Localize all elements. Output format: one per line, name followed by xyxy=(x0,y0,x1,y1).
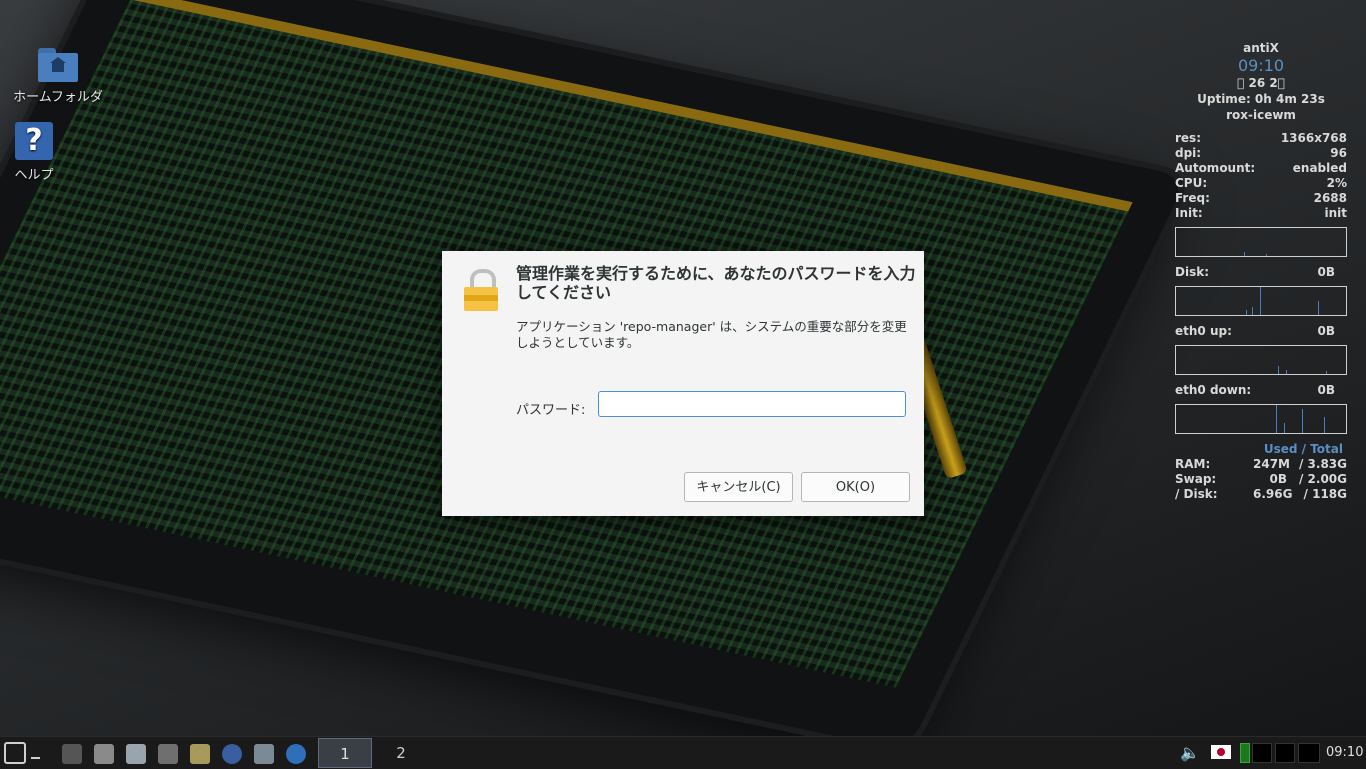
package-icon[interactable] xyxy=(190,744,210,764)
cancel-button[interactable]: キャンセル(C) xyxy=(684,472,793,502)
conky-monitor: antiX 09:10   26 2  Uptime: 0h 4m 23s ro… xyxy=(1175,40,1347,502)
conky-date:   26 2  xyxy=(1237,76,1285,90)
help-icon: ? xyxy=(15,122,53,160)
conky-mem-row: / Disk: 6.96G/ 118G xyxy=(1175,487,1347,501)
installer-icon[interactable] xyxy=(94,744,114,764)
conky-stat-row: res: 1366x768 xyxy=(1175,131,1347,145)
browser-icon[interactable] xyxy=(222,744,242,764)
conky-session: rox-icewm xyxy=(1226,108,1296,122)
network-monitor-icon xyxy=(1275,743,1295,763)
conky-stat-row: Freq: 2688 xyxy=(1175,191,1347,205)
network-icon[interactable] xyxy=(254,744,274,764)
conky-stat-row: dpi: 96 xyxy=(1175,146,1347,160)
conky-used-total-header: Used / Total xyxy=(1263,442,1343,456)
dialog-title: 管理作業を実行するために、あなたのパスワードを入力してください xyxy=(516,264,916,302)
eth-up-graph xyxy=(1175,345,1347,375)
taskbar: 1 2 🔈 09:10 xyxy=(0,736,1366,769)
conky-stat-row: Init: init xyxy=(1175,206,1347,220)
ok-button[interactable]: OK(O) xyxy=(801,472,910,502)
cpu-graph xyxy=(1175,227,1347,257)
conky-disk-row: Disk: 0B xyxy=(1175,265,1335,279)
home-folder-icon xyxy=(38,48,78,82)
show-desktop-icon[interactable] xyxy=(62,744,82,764)
conky-clock: 09:10 xyxy=(1237,56,1285,75)
start-menu-icon[interactable] xyxy=(4,742,26,764)
conky-stat-row: CPU: 2% xyxy=(1175,176,1347,190)
lock-icon xyxy=(464,269,498,311)
authentication-dialog: 管理作業を実行するために、あなたのパスワードを入力してください アプリケーション… xyxy=(442,251,924,516)
password-input[interactable] xyxy=(598,391,906,417)
keyboard-layout-flag-icon[interactable] xyxy=(1211,745,1231,759)
eject-icon[interactable] xyxy=(158,744,178,764)
disk-graph xyxy=(1175,286,1347,316)
desktop-icon-help[interactable]: ? ヘルプ xyxy=(0,122,84,183)
conky-mem-row: Swap: 0B/ 2.00G xyxy=(1175,472,1347,486)
conky-stat-row: Automount: enabled xyxy=(1175,161,1347,175)
minimize-all-icon[interactable] xyxy=(31,757,40,759)
password-label: パスワード: xyxy=(516,403,586,418)
conky-uptime: Uptime: 0h 4m 23s xyxy=(1197,92,1325,106)
conky-hostname: antiX xyxy=(1243,41,1279,55)
updater-icon[interactable] xyxy=(286,744,306,764)
memory-monitor-icon xyxy=(1252,743,1272,763)
desktop-icon-label: ホームフォルダ xyxy=(13,90,103,105)
desktop-icon-label: ヘルプ xyxy=(14,168,54,183)
eth-down-graph xyxy=(1175,404,1347,434)
workspace-button-1[interactable]: 1 xyxy=(318,738,372,768)
dialog-message: アプリケーション 'repo-manager' は、システムの重要な部分を変更し… xyxy=(516,319,907,350)
volume-icon[interactable]: 🔈 xyxy=(1180,737,1200,769)
workspace-button-2[interactable]: 2 xyxy=(374,738,428,768)
desktop-icon-home-folder[interactable]: ホームフォルダ xyxy=(8,48,108,105)
conky-eth-up-row: eth0 up: 0B xyxy=(1175,324,1335,338)
cpu-monitor-icon xyxy=(1240,743,1250,763)
disk-monitor-icon xyxy=(1298,743,1320,763)
conky-mem-row: RAM: 247M/ 3.83G xyxy=(1175,457,1347,471)
taskbar-clock[interactable]: 09:10 xyxy=(1326,737,1363,769)
file-manager-icon[interactable] xyxy=(126,744,146,764)
conky-eth-down-row: eth0 down: 0B xyxy=(1175,383,1335,397)
